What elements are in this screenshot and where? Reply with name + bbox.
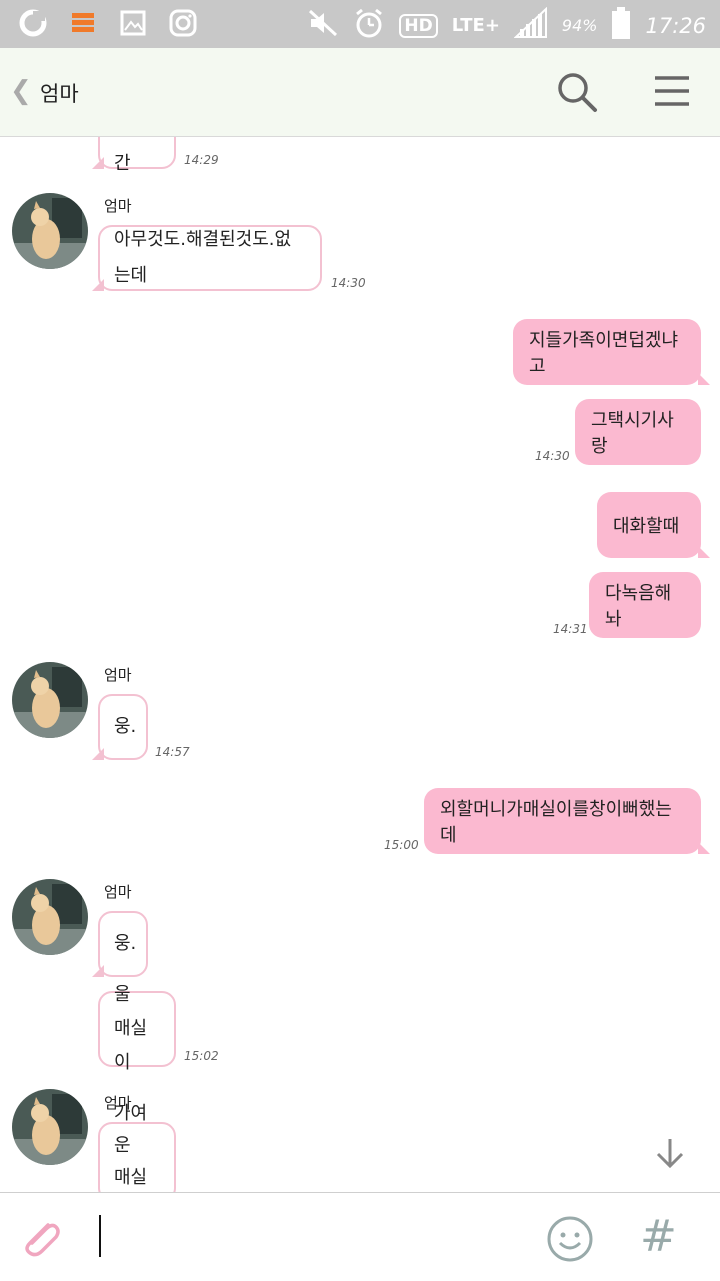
message-text: 지들가족이면덥겠냐고 bbox=[529, 330, 679, 377]
message-text: 대화할때 bbox=[613, 516, 680, 537]
clock: 17:26 bbox=[645, 13, 706, 38]
app-notification-icon bbox=[18, 8, 48, 38]
message-time: 14:30 bbox=[331, 276, 366, 290]
network-indicator: LTE+ bbox=[451, 15, 500, 36]
message-text: 외할머니가매실이를창이뻐했는데 bbox=[440, 799, 672, 846]
message-time: 15:02 bbox=[184, 1049, 219, 1063]
instagram-icon bbox=[168, 8, 198, 38]
message-text-line: 매실이 bbox=[114, 1167, 148, 1188]
avatar[interactable] bbox=[12, 662, 88, 738]
message-list[interactable]: 이시간 14:29 엄마 아무것도.해결된것도.없는데 14:30 지들가족이면… bbox=[0, 137, 720, 1192]
back-button[interactable]: ❮ bbox=[10, 76, 32, 106]
mute-icon bbox=[307, 8, 339, 43]
dog-photo bbox=[12, 879, 88, 955]
alarm-icon bbox=[353, 7, 385, 44]
incoming-message[interactable]: 가여운 매실이 bbox=[98, 1103, 176, 1192]
outgoing-message[interactable]: 그택시기사랑 bbox=[575, 399, 701, 465]
avatar[interactable] bbox=[12, 193, 88, 269]
sender-name: 엄마 bbox=[104, 666, 132, 684]
message-text: 아무것도.해결된것도.없는데 bbox=[114, 229, 292, 286]
message-input[interactable] bbox=[99, 1215, 101, 1257]
avatar[interactable] bbox=[12, 1089, 88, 1165]
outgoing-message[interactable]: 대화할때 bbox=[597, 492, 710, 558]
message-input-bar: # bbox=[0, 1192, 720, 1281]
incoming-message[interactable]: 울 매실이 bbox=[98, 984, 176, 1073]
message-text-line: 매실이 bbox=[114, 1018, 148, 1073]
dog-photo bbox=[12, 1089, 88, 1165]
chat-title: 엄마 bbox=[40, 82, 79, 106]
incoming-message[interactable]: 이시간 bbox=[92, 137, 176, 174]
message-time: 14:29 bbox=[184, 153, 219, 167]
message-time: 15:00 bbox=[384, 838, 419, 852]
message-time: 14:30 bbox=[535, 449, 570, 463]
message-text: 이시간 bbox=[114, 137, 147, 174]
signal-icon bbox=[513, 6, 548, 44]
hash-icon[interactable]: # bbox=[640, 1211, 677, 1262]
menu-icon[interactable] bbox=[652, 74, 692, 112]
incoming-message[interactable]: 웅. bbox=[92, 911, 148, 977]
sender-name: 엄마 bbox=[104, 197, 132, 215]
message-text-line: 울 bbox=[114, 984, 131, 1005]
message-text: 웅. bbox=[114, 933, 137, 954]
dog-photo bbox=[12, 193, 88, 269]
clip-icon[interactable] bbox=[18, 1215, 62, 1263]
message-text-line: 가여운 bbox=[114, 1103, 148, 1156]
message-text: 다녹음해놔 bbox=[605, 583, 672, 630]
stack-notification-icon bbox=[68, 8, 98, 38]
incoming-message[interactable]: 아무것도.해결된것도.없는데 bbox=[92, 225, 322, 291]
avatar[interactable] bbox=[12, 879, 88, 955]
search-icon[interactable] bbox=[555, 70, 599, 118]
outgoing-message[interactable]: 외할머니가매실이를창이뻐했는데 bbox=[424, 788, 710, 854]
arrow-down-icon[interactable] bbox=[652, 1135, 688, 1175]
outgoing-message[interactable]: 지들가족이면덥겠냐고 bbox=[513, 319, 710, 385]
message-time: 14:31 bbox=[553, 622, 588, 636]
status-bar: HD LTE+ 94% 17:26 bbox=[0, 0, 720, 48]
battery-percent: 94% bbox=[561, 16, 598, 35]
emoji-icon[interactable] bbox=[546, 1215, 594, 1267]
gallery-icon bbox=[118, 8, 148, 38]
hd-indicator: HD bbox=[399, 13, 438, 38]
incoming-message[interactable]: 웅. bbox=[92, 694, 148, 760]
dog-photo bbox=[12, 662, 88, 738]
chat-header: ❮ 엄마 bbox=[0, 48, 720, 137]
message-text: 웅. bbox=[114, 716, 137, 737]
battery-icon bbox=[611, 6, 631, 45]
message-text: 그택시기사랑 bbox=[591, 410, 674, 457]
message-time: 14:57 bbox=[155, 745, 190, 759]
outgoing-message[interactable]: 다녹음해놔 bbox=[589, 572, 701, 638]
sender-name: 엄마 bbox=[104, 883, 132, 901]
